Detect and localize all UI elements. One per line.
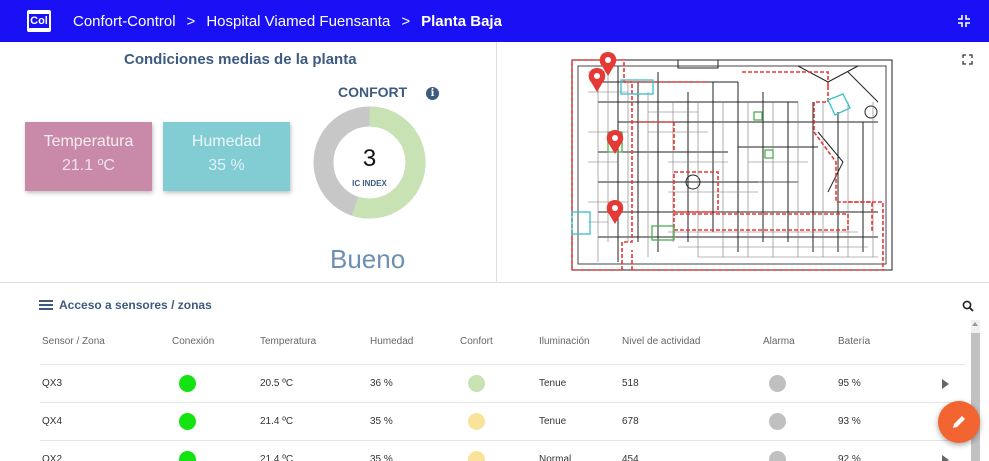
connection-status-dot bbox=[179, 450, 196, 461]
row-expand-icon[interactable] bbox=[942, 455, 949, 461]
column-header[interactable]: Confort bbox=[460, 331, 493, 353]
conditions-title: Condiciones medias de la planta bbox=[124, 51, 357, 68]
column-header[interactable]: Batería bbox=[838, 331, 870, 353]
table-row[interactable]: QX2 21.4 ºC 35 % Normal 454 92 % bbox=[40, 440, 965, 461]
alarm-status-dot bbox=[769, 412, 786, 430]
search-icon[interactable] bbox=[962, 300, 974, 312]
edit-fab-button[interactable] bbox=[938, 401, 980, 443]
sensors-header[interactable]: Acceso a sensores / zonas bbox=[39, 298, 212, 312]
breadcrumb: Confort-Control > Hospital Viamed Fuensa… bbox=[73, 13, 502, 30]
comfort-status-dot bbox=[468, 450, 485, 461]
row-expand-icon[interactable] bbox=[942, 379, 949, 389]
battery-cell: 95 % bbox=[838, 378, 861, 389]
comfort-index-label: IC INDEX bbox=[352, 179, 387, 188]
comfort-rating: Bueno bbox=[330, 244, 406, 274]
table-row[interactable]: QX3 20.5 ºC 36 % Tenue 518 95 % bbox=[40, 364, 965, 401]
table-row[interactable]: QX4 21.4 ºC 35 % Tenue 678 93 % bbox=[40, 402, 965, 439]
comfort-cell bbox=[468, 403, 485, 440]
column-header[interactable]: Nivel de actividad bbox=[622, 331, 700, 353]
connection-cell bbox=[179, 365, 196, 402]
floor-plan-map[interactable] bbox=[498, 42, 989, 282]
alarm-status-dot bbox=[769, 374, 786, 392]
zone-cell: QX4 bbox=[42, 416, 63, 427]
breadcrumb-app[interactable]: Confort-Control bbox=[73, 13, 176, 30]
floor-plan-panel bbox=[498, 42, 989, 282]
alarm-cell bbox=[769, 365, 786, 402]
connection-cell bbox=[179, 441, 196, 461]
comfort-status-dot bbox=[468, 374, 485, 392]
alarm-status-dot bbox=[769, 450, 786, 461]
comfort-index-value: 3 bbox=[363, 145, 376, 172]
lighting-cell: Tenue bbox=[539, 416, 567, 427]
map-marker[interactable] bbox=[606, 130, 624, 154]
pencil-icon bbox=[953, 416, 965, 428]
map-marker[interactable] bbox=[606, 200, 624, 224]
battery-cell: 92 % bbox=[838, 454, 861, 461]
battery-cell: 93 % bbox=[838, 416, 861, 427]
collapse-icon[interactable] bbox=[957, 14, 971, 28]
column-header[interactable]: Sensor / Zona bbox=[42, 331, 105, 353]
temperature-label: Temperatura bbox=[43, 133, 134, 150]
comfort-cell bbox=[468, 441, 485, 461]
connection-cell bbox=[179, 403, 196, 440]
lighting-cell: Normal bbox=[539, 454, 572, 461]
breadcrumb-hospital[interactable]: Hospital Viamed Fuensanta bbox=[206, 13, 390, 30]
activity-cell: 678 bbox=[622, 416, 639, 427]
zone-cell: QX2 bbox=[42, 454, 63, 461]
menu-icon[interactable] bbox=[39, 300, 53, 310]
scrollbar-thumb[interactable] bbox=[971, 333, 980, 461]
alarm-cell bbox=[769, 403, 786, 440]
comfort-cell bbox=[468, 365, 485, 402]
scroll-up-arrow-icon[interactable] bbox=[972, 322, 978, 326]
column-header[interactable]: Temperatura bbox=[260, 331, 316, 353]
sensors-title: Acceso a sensores / zonas bbox=[59, 298, 212, 312]
lighting-cell: Tenue bbox=[539, 378, 567, 389]
logo-text: Col bbox=[29, 14, 49, 28]
connection-status-dot bbox=[179, 412, 196, 430]
app-logo[interactable]: Col bbox=[27, 10, 51, 32]
connection-status-dot bbox=[179, 374, 196, 392]
section-divider bbox=[0, 282, 989, 283]
zone-cell: QX3 bbox=[42, 378, 63, 389]
comfort-label: CONFORT bbox=[338, 84, 408, 100]
activity-cell: 518 bbox=[622, 378, 639, 389]
humidity-value: 35 % bbox=[208, 157, 245, 174]
temperature-cell: 21.4 ºC bbox=[260, 416, 294, 427]
comfort-gauge: 3 IC INDEX bbox=[313, 106, 426, 219]
humidity-cell: 35 % bbox=[370, 454, 393, 461]
humidity-cell: 35 % bbox=[370, 416, 393, 427]
table-scrollbar[interactable] bbox=[971, 320, 980, 461]
breadcrumb-floor: Planta Baja bbox=[421, 12, 502, 30]
humidity-card: Humedad 35 % bbox=[163, 122, 290, 191]
column-header[interactable]: Conexión bbox=[172, 331, 214, 353]
comfort-status-dot bbox=[468, 412, 485, 430]
fullscreen-icon[interactable] bbox=[962, 54, 973, 65]
breadcrumb-separator: > bbox=[401, 12, 411, 30]
alarm-cell bbox=[769, 441, 786, 461]
column-header[interactable]: Iluminación bbox=[539, 331, 590, 353]
column-header[interactable]: Humedad bbox=[370, 331, 413, 353]
breadcrumb-separator: > bbox=[186, 12, 196, 30]
humidity-label: Humedad bbox=[191, 133, 262, 150]
temperature-cell: 21.4 ºC bbox=[260, 454, 294, 461]
conditions-panel: Condiciones medias de la planta Temperat… bbox=[0, 42, 497, 282]
activity-cell: 454 bbox=[622, 454, 639, 461]
map-marker[interactable] bbox=[588, 68, 606, 92]
humidity-cell: 36 % bbox=[370, 378, 393, 389]
temperature-cell: 20.5 ºC bbox=[260, 378, 294, 389]
top-bar: Col Confort-Control > Hospital Viamed Fu… bbox=[0, 0, 989, 42]
table-header: Sensor / Zona Conexión Temperatura Humed… bbox=[40, 331, 965, 368]
info-icon[interactable]: i bbox=[426, 87, 439, 100]
upper-panel: Condiciones medias de la planta Temperat… bbox=[0, 42, 989, 282]
column-header[interactable]: Alarma bbox=[763, 331, 795, 353]
temperature-card: Temperatura 21.1 ºC bbox=[25, 122, 152, 191]
temperature-value: 21.1 ºC bbox=[62, 157, 115, 174]
